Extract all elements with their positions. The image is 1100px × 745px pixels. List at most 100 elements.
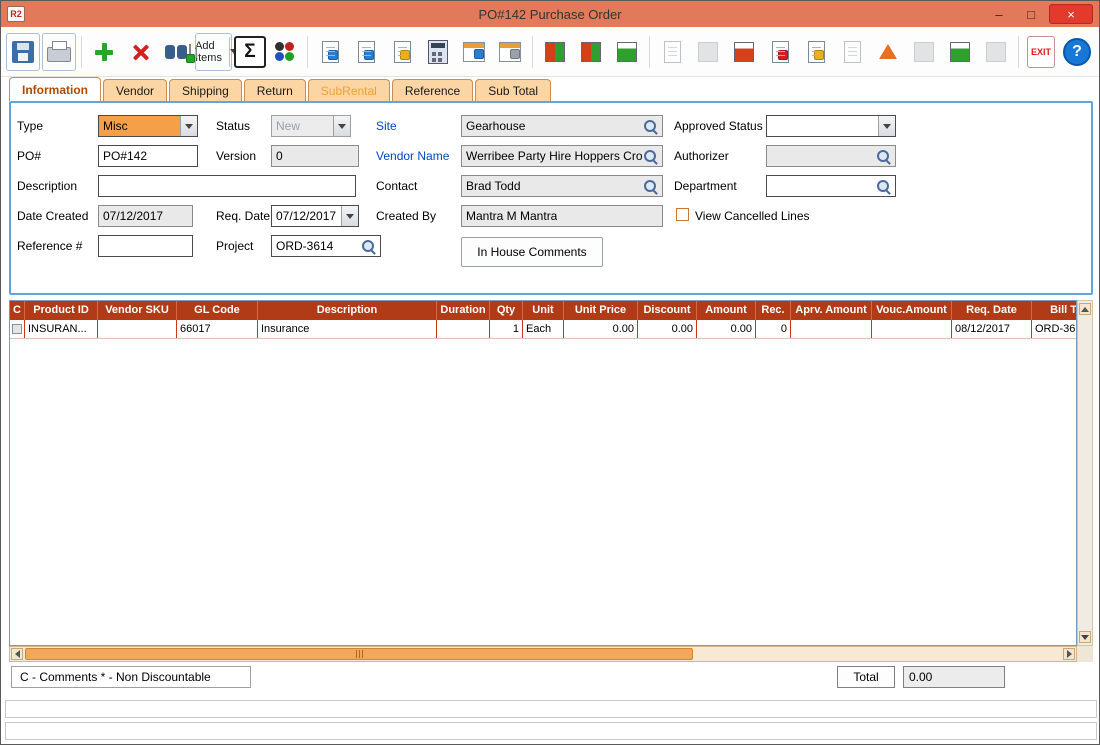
col-header-amount[interactable]: Amount xyxy=(697,301,756,320)
toolbar-separator xyxy=(1018,36,1019,68)
tab-reference[interactable]: Reference xyxy=(392,79,473,101)
col-header-discount[interactable]: Discount xyxy=(638,301,697,320)
tab-subtotal[interactable]: Sub Total xyxy=(475,79,551,101)
add-line-button[interactable] xyxy=(87,33,121,71)
print-button[interactable] xyxy=(42,33,76,71)
number-sheet-button[interactable] xyxy=(493,33,527,71)
col-header-unit-price[interactable]: Unit Price xyxy=(564,301,638,320)
created-by-value: Mantra M Mantra xyxy=(466,209,557,223)
search-icon[interactable] xyxy=(876,149,891,164)
tab-vendor[interactable]: Vendor xyxy=(103,79,167,101)
cancel-document-button[interactable] xyxy=(763,33,797,71)
time-sheet-button[interactable] xyxy=(457,33,491,71)
status-label: Status xyxy=(216,119,250,133)
search-icon[interactable] xyxy=(643,119,658,134)
tab-subrental[interactable]: SubRental xyxy=(308,79,390,101)
add-items-button[interactable]: Add Items xyxy=(195,33,232,71)
col-header-duration[interactable]: Duration xyxy=(437,301,490,320)
delete-line-button[interactable] xyxy=(123,33,157,71)
site-field[interactable]: Gearhouse xyxy=(461,115,663,137)
in-house-comments-button[interactable]: In House Comments xyxy=(461,237,603,267)
calculator-button[interactable] xyxy=(421,33,455,71)
cell-qty: 1 xyxy=(490,320,523,338)
col-header-qty[interactable]: Qty xyxy=(490,301,523,320)
package-sheet-button[interactable] xyxy=(574,33,608,71)
copy-disabled-button[interactable] xyxy=(655,33,689,71)
col-header-vouc-amount[interactable]: Vouc.Amount xyxy=(872,301,952,320)
search-icon[interactable] xyxy=(643,179,658,194)
col-header-rec[interactable]: Rec. xyxy=(756,301,791,320)
status-select: New xyxy=(271,115,351,137)
col-header-bill-to[interactable]: Bill To xyxy=(1032,301,1077,320)
copy-document-icon xyxy=(358,41,375,63)
maximize-button[interactable]: □ xyxy=(1017,4,1045,24)
vendor-name-field[interactable]: Werribee Party Hire Hoppers Cros xyxy=(461,145,663,167)
col-header-unit[interactable]: Unit xyxy=(523,301,564,320)
view-cancelled-label: View Cancelled Lines xyxy=(695,209,810,223)
copy-document-button[interactable] xyxy=(349,33,383,71)
col-header-c[interactable]: C xyxy=(10,301,25,320)
scroll-up-icon[interactable] xyxy=(1079,303,1091,315)
notes-document-button[interactable] xyxy=(799,33,833,71)
grid-disabled-button[interactable] xyxy=(979,33,1013,71)
tab-information[interactable]: Information xyxy=(9,77,101,101)
receive-sheet-button[interactable] xyxy=(538,33,572,71)
chart-export-button[interactable] xyxy=(871,33,905,71)
contact-field[interactable]: Brad Todd xyxy=(461,175,663,197)
req-date-select[interactable]: 07/12/2017 xyxy=(271,205,359,227)
edit-document-button[interactable] xyxy=(385,33,419,71)
find-button[interactable] xyxy=(159,33,193,71)
scroll-left-icon[interactable] xyxy=(11,648,23,660)
grid-legend: C - Comments * - Non Discountable xyxy=(11,666,251,688)
search-icon[interactable] xyxy=(361,239,376,254)
approved-status-select[interactable] xyxy=(766,115,896,137)
table-row[interactable]: INSURAN... 66017 Insurance 1 Each 0.00 0… xyxy=(10,320,1076,339)
minimize-button[interactable]: – xyxy=(985,4,1013,24)
exit-button[interactable]: EXIT xyxy=(1024,33,1058,71)
project-field[interactable]: ORD-3614 xyxy=(271,235,381,257)
reference-input[interactable] xyxy=(98,235,193,257)
calculator-icon xyxy=(428,40,448,64)
red-sheet-button[interactable] xyxy=(727,33,761,71)
type-select[interactable]: Misc xyxy=(98,115,198,137)
import-sheet-button[interactable] xyxy=(943,33,977,71)
scrollbar-thumb[interactable] xyxy=(25,648,693,660)
col-header-aprv-amount[interactable]: Aprv. Amount xyxy=(791,301,872,320)
col-header-vendor-sku[interactable]: Vendor SKU xyxy=(98,301,177,320)
close-button[interactable]: × xyxy=(1049,4,1093,24)
chevron-down-icon[interactable] xyxy=(341,206,358,226)
help-icon: ? xyxy=(1063,38,1091,66)
refresh-document-button[interactable] xyxy=(313,33,347,71)
row-checkbox[interactable] xyxy=(12,324,22,334)
req-date-label: Req. Date xyxy=(216,209,270,223)
stack-disabled-button[interactable] xyxy=(907,33,941,71)
search-icon[interactable] xyxy=(643,149,658,164)
cell-req-date: 08/12/2017 xyxy=(952,320,1032,338)
col-header-gl-code[interactable]: GL Code xyxy=(177,301,258,320)
scroll-right-icon[interactable] xyxy=(1063,648,1075,660)
chevron-down-icon[interactable] xyxy=(180,116,197,136)
search-icon[interactable] xyxy=(876,179,891,194)
col-header-description[interactable]: Description xyxy=(258,301,437,320)
view-cancelled-checkbox[interactable] xyxy=(676,208,689,221)
authorizer-field[interactable] xyxy=(766,145,896,167)
department-field[interactable] xyxy=(766,175,896,197)
horizontal-scrollbar[interactable] xyxy=(9,646,1077,662)
options-button[interactable] xyxy=(268,33,302,71)
tab-return[interactable]: Return xyxy=(244,79,306,101)
col-header-product-id[interactable]: Product ID xyxy=(25,301,98,320)
po-input[interactable]: PO#142 xyxy=(98,145,198,167)
chevron-down-icon[interactable] xyxy=(878,116,895,136)
tab-shipping[interactable]: Shipping xyxy=(169,79,242,101)
vertical-scrollbar[interactable] xyxy=(1077,300,1093,646)
archive-disabled-button[interactable] xyxy=(691,33,725,71)
sum-button[interactable]: Σ xyxy=(234,36,266,68)
scroll-down-icon[interactable] xyxy=(1079,631,1091,643)
col-header-req-date[interactable]: Req. Date xyxy=(952,301,1032,320)
save-button[interactable] xyxy=(6,33,40,71)
description-input[interactable] xyxy=(98,175,356,197)
help-button[interactable]: ? xyxy=(1060,33,1094,71)
blank-document-button[interactable] xyxy=(835,33,869,71)
export-sheet-button[interactable] xyxy=(610,33,644,71)
titlebar[interactable]: R2 PO#142 Purchase Order – □ × xyxy=(1,1,1099,27)
